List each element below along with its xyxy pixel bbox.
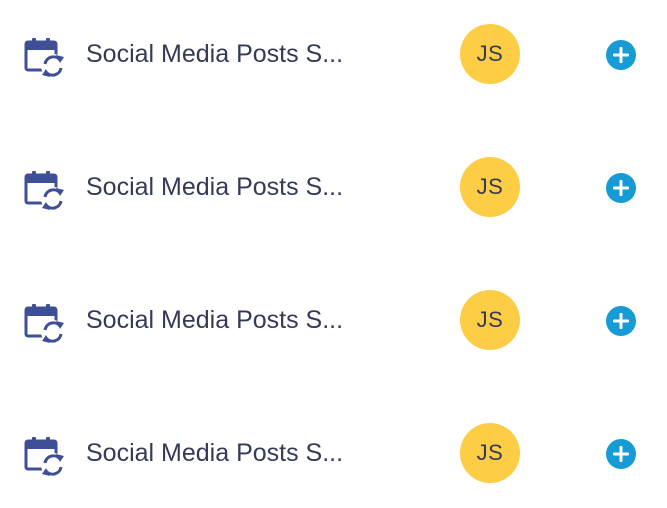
calendar-recurring-icon [24, 304, 65, 344]
add-button[interactable] [606, 40, 636, 70]
plus-circle-icon [613, 180, 629, 196]
add-button[interactable] [606, 173, 636, 203]
task-row[interactable]: Social Media Posts S... JS [0, 155, 667, 219]
task-list: Social Media Posts S... JS Social Media … [0, 0, 667, 508]
task-row[interactable]: Social Media Posts S... JS [0, 421, 667, 485]
avatar-initials: JS [476, 307, 504, 332]
calendar-recurring-icon [24, 171, 65, 211]
add-button[interactable] [606, 439, 636, 469]
add-button[interactable] [606, 306, 636, 336]
avatar-initials: JS [476, 41, 504, 66]
calendar-recurring-icon [24, 437, 65, 477]
plus-circle-icon [613, 47, 629, 63]
assignee-avatar[interactable]: JS [460, 423, 520, 483]
avatar-initials: JS [476, 440, 504, 465]
assignee-avatar[interactable]: JS [460, 290, 520, 350]
plus-circle-icon [613, 313, 629, 329]
task-title[interactable]: Social Media Posts S... [86, 304, 386, 336]
plus-circle-icon [613, 446, 629, 462]
task-row[interactable]: Social Media Posts S... JS [0, 288, 667, 352]
assignee-avatar[interactable]: JS [460, 157, 520, 217]
calendar-recurring-icon [24, 38, 65, 78]
task-title[interactable]: Social Media Posts S... [86, 171, 386, 203]
avatar-initials: JS [476, 174, 504, 199]
task-title[interactable]: Social Media Posts S... [86, 38, 386, 70]
task-row[interactable]: Social Media Posts S... JS [0, 22, 667, 86]
assignee-avatar[interactable]: JS [460, 24, 520, 84]
task-title[interactable]: Social Media Posts S... [86, 437, 386, 469]
